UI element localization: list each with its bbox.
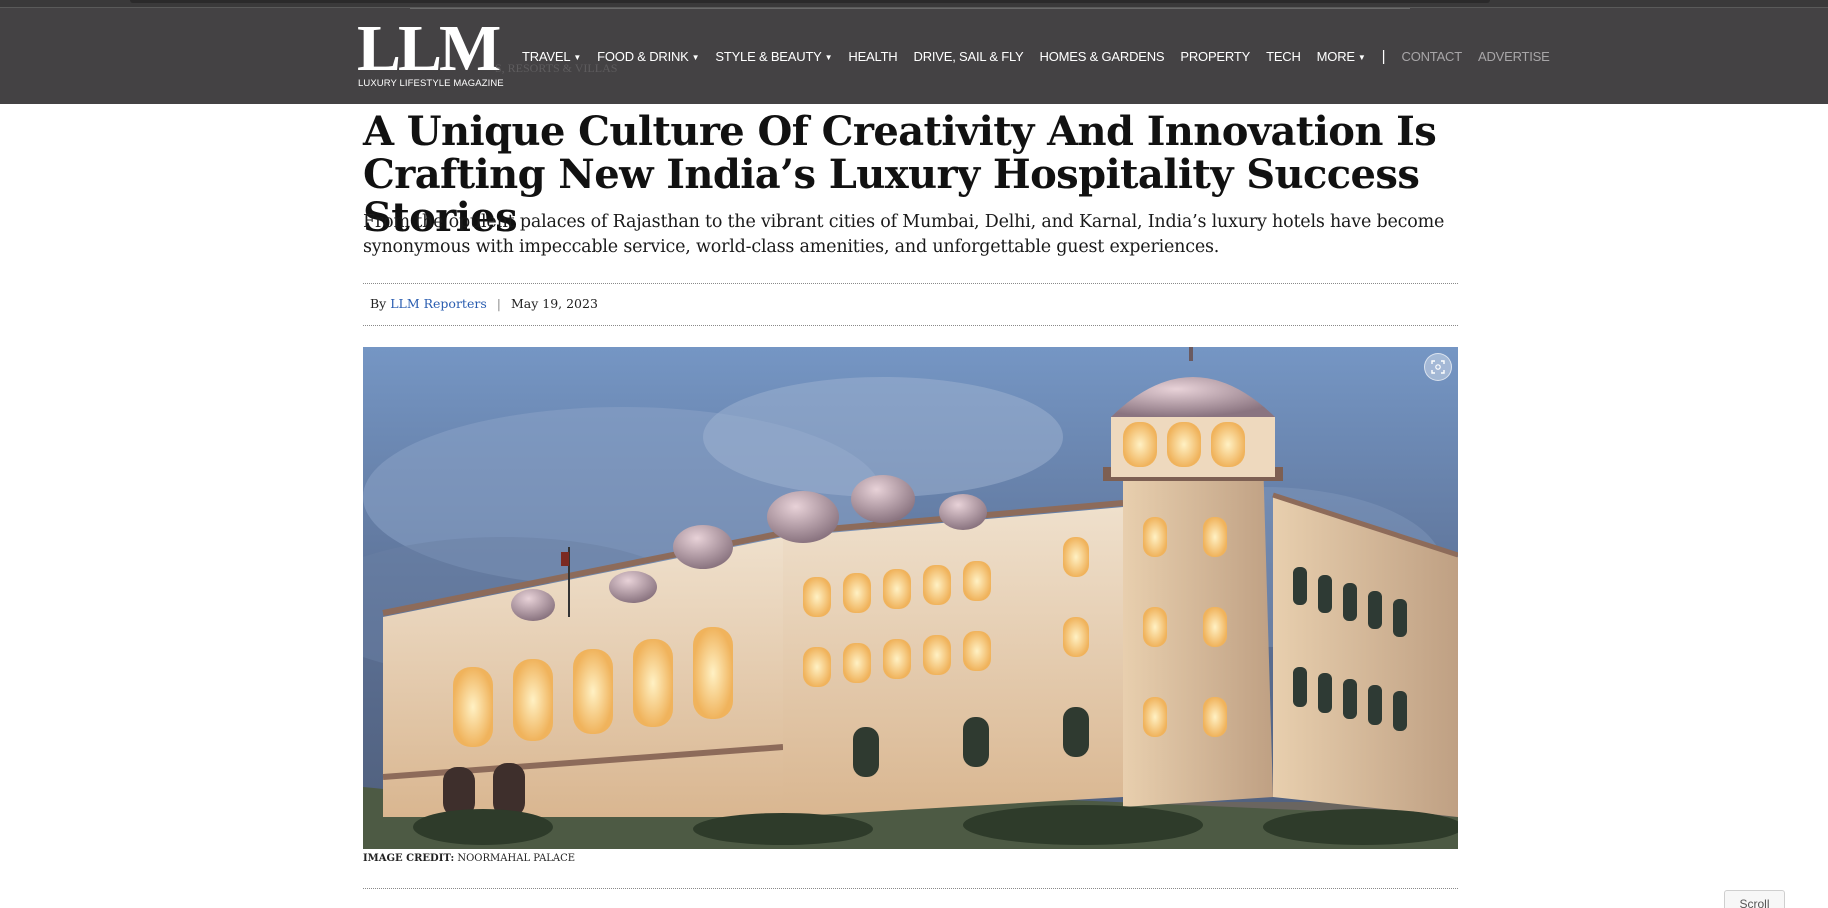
expand-icon[interactable] <box>1424 353 1452 381</box>
image-credit-value: NOORMAHAL PALACE <box>457 853 576 864</box>
nav-item-advertise[interactable]: ADVERTISE <box>1478 49 1550 64</box>
author-link[interactable]: LLM Reporters <box>390 296 487 311</box>
image-credit-label: IMAGE CREDIT: <box>363 853 455 864</box>
byline: By LLM Reporters | May 19, 2023 <box>370 296 598 311</box>
chevron-down-icon: ▼ <box>691 52 700 62</box>
chevron-down-icon: ▼ <box>1357 52 1366 62</box>
nav-item-homes-gardens[interactable]: HOMES & GARDENS <box>1040 49 1165 64</box>
byline-separator: | <box>496 296 501 311</box>
nav-item-food-drink[interactable]: FOOD & DRINK ▼ <box>597 49 699 64</box>
logo-subtitle: LUXURY LIFESTYLE MAGAZINE <box>358 78 504 89</box>
scroll-button[interactable]: Scroll <box>1724 890 1785 908</box>
chevron-down-icon: ▼ <box>824 52 833 62</box>
site-logo[interactable]: LLM LUXURY LIFESTYLE MAGAZINE <box>357 16 504 94</box>
hero-image[interactable] <box>363 347 1458 849</box>
chevron-down-icon: ▼ <box>573 52 582 62</box>
divider <box>363 283 1458 284</box>
nav-separator: | <box>1381 47 1386 65</box>
browser-top-strip <box>0 0 1828 9</box>
nav-item-travel[interactable]: TRAVEL ▼ <box>522 49 581 64</box>
main-nav: TRAVEL ▼ FOOD & DRINK ▼ STYLE & BEAUTY ▼ HE… <box>522 46 1566 66</box>
nav-item-property[interactable]: PROPERTY <box>1180 49 1250 64</box>
logo-mark: LLM <box>357 12 501 85</box>
nav-item-style-beauty[interactable]: STYLE & BEAUTY ▼ <box>715 49 832 64</box>
nav-item-tech[interactable]: TECH <box>1266 49 1301 64</box>
site-header: LLM LUXURY LIFESTYLE MAGAZINE S, RESORTS… <box>0 0 1828 104</box>
article-dek: From the opulent palaces of Rajasthan to… <box>363 212 1445 257</box>
nav-item-more[interactable]: MORE ▼ <box>1317 49 1366 64</box>
image-credit: IMAGE CREDIT: NOORMAHAL PALACE <box>363 853 575 864</box>
publish-date: May 19, 2023 <box>510 296 598 311</box>
nav-item-drive-sail-fly[interactable]: DRIVE, SAIL & FLY <box>914 49 1024 64</box>
divider <box>363 325 1458 326</box>
divider <box>363 888 1458 889</box>
nav-item-health[interactable]: HEALTH <box>848 49 897 64</box>
byline-prefix: By <box>370 296 387 311</box>
nav-item-contact[interactable]: CONTACT <box>1402 49 1463 64</box>
